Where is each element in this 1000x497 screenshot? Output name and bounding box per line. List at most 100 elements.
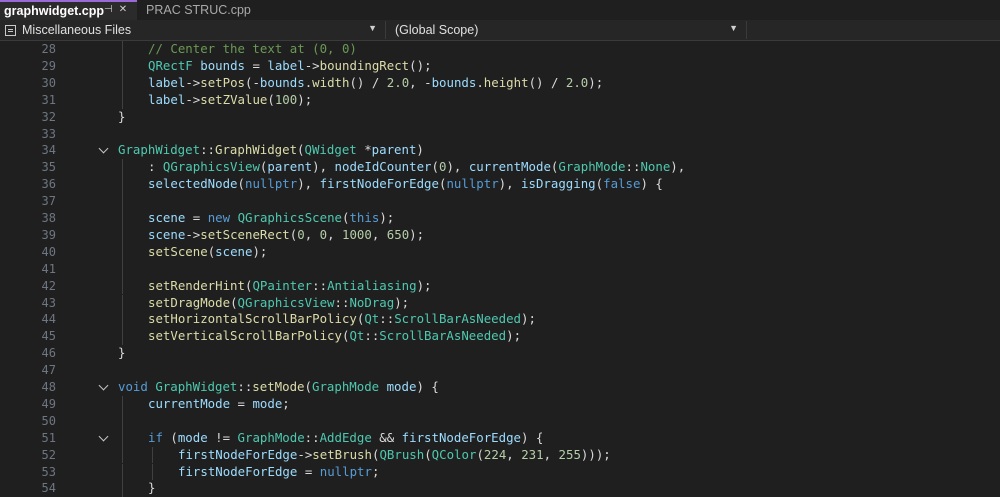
code-token: = bbox=[297, 463, 320, 479]
code-token: ( bbox=[237, 176, 245, 192]
code-token: QRectF bbox=[148, 57, 193, 73]
code-token: Qt bbox=[349, 328, 365, 344]
code-token: , bbox=[304, 226, 320, 242]
code-line[interactable]: 32} bbox=[0, 109, 1000, 126]
code-token: QGraphicsScene bbox=[237, 210, 342, 225]
code-line[interactable]: 31 label->setZValue(100); bbox=[0, 91, 1000, 109]
code-line[interactable]: 36 selectedNode(nullptr), firstNodeForEdg… bbox=[0, 176, 1000, 194]
code-token: 231 bbox=[521, 446, 544, 462]
code-token: GraphWidget bbox=[118, 142, 201, 158]
code-token: GraphWidget bbox=[155, 379, 238, 394]
indent-guide bbox=[122, 277, 123, 295]
line-number: 39 bbox=[41, 227, 56, 242]
code-token: ( bbox=[431, 159, 439, 175]
code-token: :: bbox=[379, 311, 395, 327]
code-token: ); bbox=[252, 243, 268, 259]
line-number: 37 bbox=[41, 194, 56, 209]
code-token: nullptr bbox=[245, 176, 298, 192]
tab-label: graphwidget.cpp bbox=[4, 4, 104, 18]
code-token: None bbox=[640, 159, 671, 175]
code-line[interactable]: 41 bbox=[0, 260, 1000, 278]
code-token: ); bbox=[416, 277, 432, 293]
code-token: ))); bbox=[580, 446, 611, 462]
code-token: -> bbox=[185, 226, 201, 242]
code-line[interactable]: 39 scene->setSceneRect(0, 0, 1000, 650); bbox=[0, 226, 1000, 244]
line-number: 34 bbox=[41, 143, 56, 158]
code-line[interactable]: 45 setVerticalScrollBarPolicy(Qt::ScrollB… bbox=[0, 328, 1000, 346]
code-text: setDragMode(QGraphicsView::NoDrag); bbox=[148, 295, 409, 312]
tab-graphwidget-cpp[interactable]: graphwidget.cpp ⊣ ✕ bbox=[0, 0, 137, 20]
code-token: = bbox=[245, 57, 268, 73]
line-number: 45 bbox=[41, 329, 56, 344]
code-token: QGraphicsView bbox=[237, 294, 335, 310]
code-line[interactable]: 34 GraphWidget::GraphWidget(QWidget *pare… bbox=[0, 142, 1000, 159]
code-line[interactable]: 52 firstNodeForEdge->setBrush(QBrush(QCol… bbox=[0, 446, 1000, 464]
indent-guide bbox=[152, 463, 153, 481]
code-text: firstNodeForEdge->setBrush(QBrush(QColor… bbox=[178, 447, 611, 464]
code-token: setBrush bbox=[312, 446, 372, 462]
code-token: bounds bbox=[200, 57, 245, 73]
code-editor[interactable]: 28 // Center the text at (0, 0) 29 QRectF b… bbox=[0, 41, 1000, 497]
line-number: 51 bbox=[41, 430, 56, 445]
code-line[interactable]: 43 setDragMode(QGraphicsView::NoDrag); bbox=[0, 294, 1000, 312]
code-token: GraphMode bbox=[311, 379, 380, 394]
code-line[interactable]: 40 setScene(scene); bbox=[0, 243, 1000, 261]
navigation-bar: Miscellaneous Files ▼ (Global Scope) ▼ bbox=[0, 20, 1000, 41]
project-files-dropdown[interactable]: Miscellaneous Files ▼ bbox=[2, 21, 386, 39]
code-token: bounds bbox=[259, 74, 305, 90]
line-number: 38 bbox=[41, 211, 56, 225]
code-line[interactable]: 50 bbox=[0, 412, 1000, 430]
code-line[interactable]: 35: QGraphicsView (parent), nodeIdCounter… bbox=[0, 159, 1000, 177]
code-token: GraphMode bbox=[558, 159, 626, 175]
code-text: } bbox=[118, 109, 125, 126]
line-number: 32 bbox=[41, 109, 56, 124]
code-token: 224 bbox=[483, 446, 507, 462]
code-token: 0 bbox=[297, 226, 305, 242]
tab-prac-struc-cpp[interactable]: PRAC STRUC.cpp bbox=[140, 0, 280, 20]
code-token: ( bbox=[595, 176, 604, 192]
code-line[interactable]: 48 void GraphWidget::setMode(GraphMode mo… bbox=[0, 379, 1000, 396]
code-line[interactable]: 37 bbox=[0, 193, 1000, 210]
code-line[interactable]: 29 QRectF bounds = label->boundingRect(); bbox=[0, 57, 1000, 75]
pin-icon[interactable]: ⊣ bbox=[104, 4, 113, 15]
code-token: setSceneRect bbox=[200, 226, 290, 242]
code-text: selectedNode(nullptr), firstNodeForEdge(… bbox=[148, 176, 663, 193]
scope-dropdown[interactable]: (Global Scope) ▼ bbox=[389, 21, 747, 39]
code-token: ), bbox=[670, 159, 686, 175]
line-number: 35 bbox=[41, 160, 56, 175]
code-line[interactable]: 28 // Center the text at (0, 0) bbox=[0, 41, 1000, 58]
code-line[interactable]: 51 if (mode != GraphMode::AddEdge && firs… bbox=[0, 429, 1000, 447]
code-line[interactable]: 46} bbox=[0, 345, 1000, 362]
code-text: label->setPos(-bounds.width() / 2.0, -bo… bbox=[148, 75, 603, 92]
code-line[interactable]: 54} bbox=[0, 480, 1000, 497]
fold-chevron-icon[interactable] bbox=[98, 380, 109, 391]
code-token: setScene bbox=[148, 243, 208, 259]
fold-chevron-icon[interactable] bbox=[98, 431, 109, 442]
code-token: parent bbox=[371, 142, 417, 158]
code-token: ); bbox=[506, 328, 522, 344]
code-token: . bbox=[476, 74, 484, 90]
code-token: boundingRect bbox=[319, 57, 410, 73]
code-token: ( bbox=[230, 294, 238, 310]
code-token: QGraphicsView bbox=[162, 159, 260, 175]
code-line[interactable]: 44 setHorizontalScrollBarPolicy(Qt::Scrol… bbox=[0, 311, 1000, 329]
close-icon[interactable]: ✕ bbox=[119, 4, 127, 15]
code-token: :: bbox=[237, 379, 253, 394]
code-line[interactable]: 30 label->setPos(-bounds.width() / 2.0, -… bbox=[0, 74, 1000, 92]
code-line[interactable]: 49 currentMode = mode; bbox=[0, 395, 1000, 413]
line-number: 49 bbox=[41, 396, 56, 411]
code-token: label bbox=[267, 57, 305, 73]
code-line[interactable]: 42 setRenderHint(QPainter::Antialiasing); bbox=[0, 277, 1000, 295]
code-line[interactable]: 38 scene = new QGraphicsScene(this); bbox=[0, 210, 1000, 227]
code-token: ); bbox=[394, 294, 410, 310]
code-token: 2.0 bbox=[565, 74, 589, 90]
code-token: ( bbox=[424, 446, 432, 462]
code-line[interactable]: 53 firstNodeForEdge = nullptr; bbox=[0, 463, 1000, 481]
code-line[interactable]: 47 bbox=[0, 362, 1000, 379]
fold-chevron-icon[interactable] bbox=[98, 143, 109, 154]
code-token: :: bbox=[304, 429, 320, 445]
code-line[interactable]: 33 bbox=[0, 126, 1000, 143]
code-token: , - bbox=[409, 74, 432, 90]
code-token: :: bbox=[200, 142, 215, 158]
